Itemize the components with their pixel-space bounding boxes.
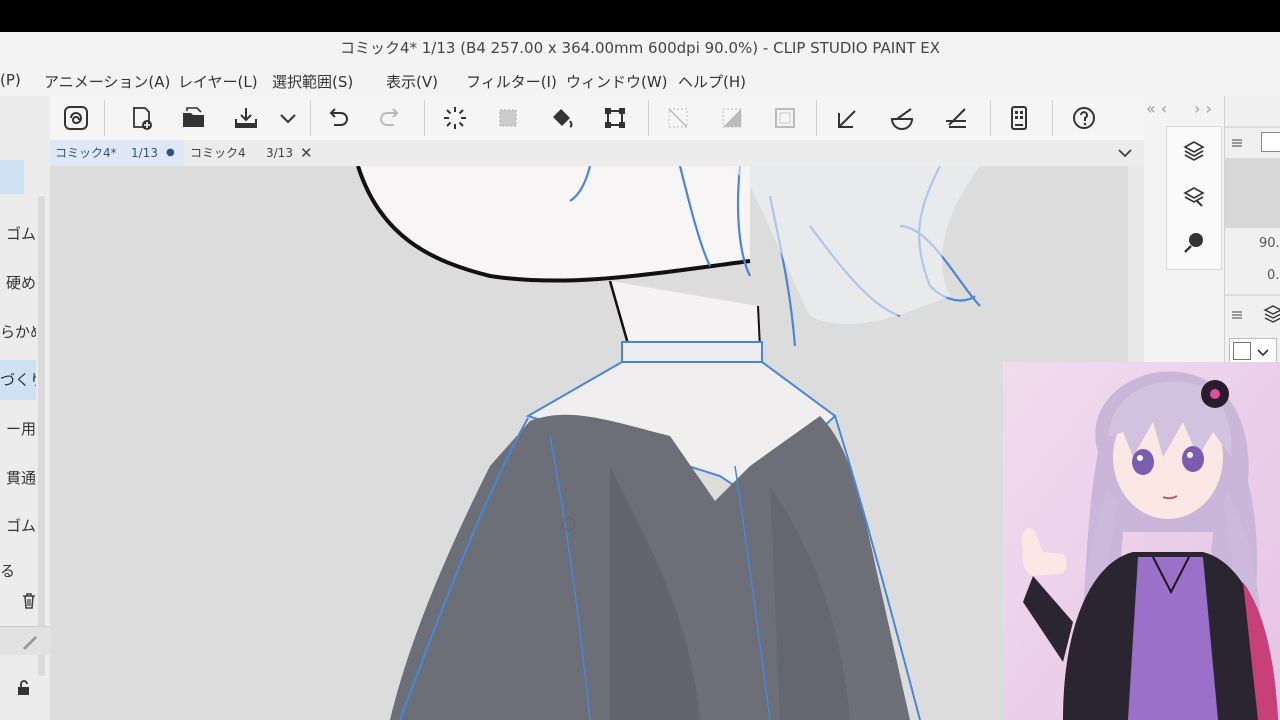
layer-tab-icon[interactable] bbox=[1263, 304, 1280, 324]
blend-mode-dropdown[interactable] bbox=[1229, 338, 1277, 364]
save-icon[interactable] bbox=[230, 102, 262, 134]
brush-icon[interactable] bbox=[886, 102, 918, 134]
help-icon[interactable] bbox=[1068, 102, 1100, 134]
layer-property-icon-panel bbox=[1166, 126, 1222, 270]
layer-search-icon[interactable] bbox=[1182, 185, 1206, 209]
unsaved-dot-icon: ● bbox=[166, 147, 175, 158]
rotation-value[interactable]: 0.0 bbox=[1267, 268, 1280, 283]
close-icon[interactable]: ✕ bbox=[300, 140, 313, 166]
zoom-value[interactable]: 90.0 bbox=[1259, 236, 1280, 251]
menu-item-filter[interactable]: フィルター(I) bbox=[466, 71, 557, 92]
panel-collapse-bar: « ‹ › › bbox=[1144, 96, 1224, 126]
menu-item-layer[interactable]: レイヤー(L) bbox=[178, 71, 258, 92]
panel-menu-icon[interactable] bbox=[1231, 134, 1243, 147]
sub-tool-panel: ゴム 硬め らかめ づくり ー用 貫通 ゴム る bbox=[0, 96, 51, 720]
navigator-tab-icon[interactable] bbox=[1261, 132, 1280, 152]
collapse-right-button[interactable]: › › bbox=[1194, 99, 1212, 118]
new-icon[interactable] bbox=[126, 102, 158, 134]
tab-title: コミック4 bbox=[190, 146, 246, 160]
menu-item-view[interactable]: 表示(V) bbox=[386, 71, 438, 92]
color-swatch bbox=[1233, 342, 1251, 360]
sub-tool-item[interactable]: ゴム bbox=[0, 506, 36, 546]
menu-item-help[interactable]: ヘルプ(H) bbox=[678, 71, 746, 92]
pen-pressure-icon[interactable] bbox=[20, 631, 40, 651]
sub-tool-item-selected[interactable]: づくり bbox=[0, 360, 36, 400]
tablet-icon[interactable] bbox=[1003, 102, 1035, 134]
canvas-tab-bar: コミック4* 1/13 ● コミック4 3/13 ✕ bbox=[50, 140, 1144, 167]
top-black-bar bbox=[0, 0, 1280, 32]
trash-icon[interactable] bbox=[18, 590, 40, 612]
lock-icon[interactable] bbox=[14, 678, 34, 698]
gradient-selection-icon[interactable] bbox=[716, 102, 748, 134]
avatar-illustration bbox=[1003, 362, 1280, 720]
tab-comic4-page3[interactable]: コミック4 3/13 ✕ bbox=[184, 140, 316, 166]
menu-item-selection[interactable]: 選択範囲(S) bbox=[272, 71, 353, 92]
hide-selection-icon[interactable] bbox=[662, 102, 694, 134]
pen-icon[interactable] bbox=[832, 102, 864, 134]
chevron-down-icon[interactable] bbox=[1116, 144, 1134, 162]
chevron-down-icon bbox=[1256, 344, 1270, 358]
navigator-icon[interactable] bbox=[1182, 231, 1206, 255]
menu-item-p[interactable]: (P) bbox=[0, 71, 21, 89]
menu-item-window[interactable]: ウィンドウ(W) bbox=[566, 71, 668, 92]
tab-comic4-page1[interactable]: コミック4* 1/13 ● bbox=[50, 140, 184, 166]
tab-title: コミック4* bbox=[55, 146, 117, 160]
fill-icon[interactable] bbox=[546, 102, 578, 134]
tab-page: 3/13 bbox=[266, 146, 293, 160]
select-icon[interactable] bbox=[492, 102, 524, 134]
tab-page: 1/13 bbox=[131, 146, 158, 160]
undo-icon[interactable] bbox=[322, 102, 354, 134]
sub-tool-item[interactable]: 貫通 bbox=[0, 458, 36, 498]
navigator-panel: 90.0 0.0 bbox=[1224, 96, 1280, 366]
drawing-canvas[interactable] bbox=[50, 166, 1128, 720]
command-bar bbox=[50, 96, 1144, 141]
collapse-left-button[interactable]: « ‹ bbox=[1146, 99, 1167, 118]
menu-item-animation[interactable]: アニメーション(A) bbox=[44, 71, 170, 92]
artwork bbox=[356, 166, 981, 720]
redo-icon[interactable] bbox=[374, 102, 406, 134]
sub-tool-header-selected[interactable] bbox=[0, 160, 24, 194]
menu-bar: (P) アニメーション(A) レイヤー(L) 選択範囲(S) 表示(V) フィル… bbox=[0, 64, 1280, 96]
open-icon[interactable] bbox=[178, 102, 210, 134]
sub-tool-item[interactable]: ゴム bbox=[0, 214, 36, 254]
loading-icon[interactable] bbox=[439, 102, 471, 134]
ruler-icon[interactable] bbox=[940, 102, 972, 134]
window-title: コミック4* 1/13 (B4 257.00 x 364.00mm 600dpi… bbox=[0, 32, 1280, 64]
panel-menu-icon[interactable] bbox=[1231, 306, 1243, 319]
streamer-avatar-overlay bbox=[1003, 362, 1280, 720]
transform-icon[interactable] bbox=[599, 102, 631, 134]
chevron-down-icon[interactable] bbox=[272, 102, 304, 134]
sub-tool-item[interactable]: ー用 bbox=[0, 409, 36, 449]
layer-property-icon[interactable] bbox=[1182, 139, 1206, 163]
navigator-preview bbox=[1225, 158, 1280, 228]
sub-tool-item[interactable]: 硬め bbox=[0, 263, 36, 303]
sub-tool-item[interactable]: らかめ bbox=[0, 312, 36, 352]
clip-studio-icon[interactable] bbox=[60, 102, 92, 134]
sub-tool-item[interactable]: る bbox=[0, 556, 36, 586]
border-icon[interactable] bbox=[769, 102, 801, 134]
